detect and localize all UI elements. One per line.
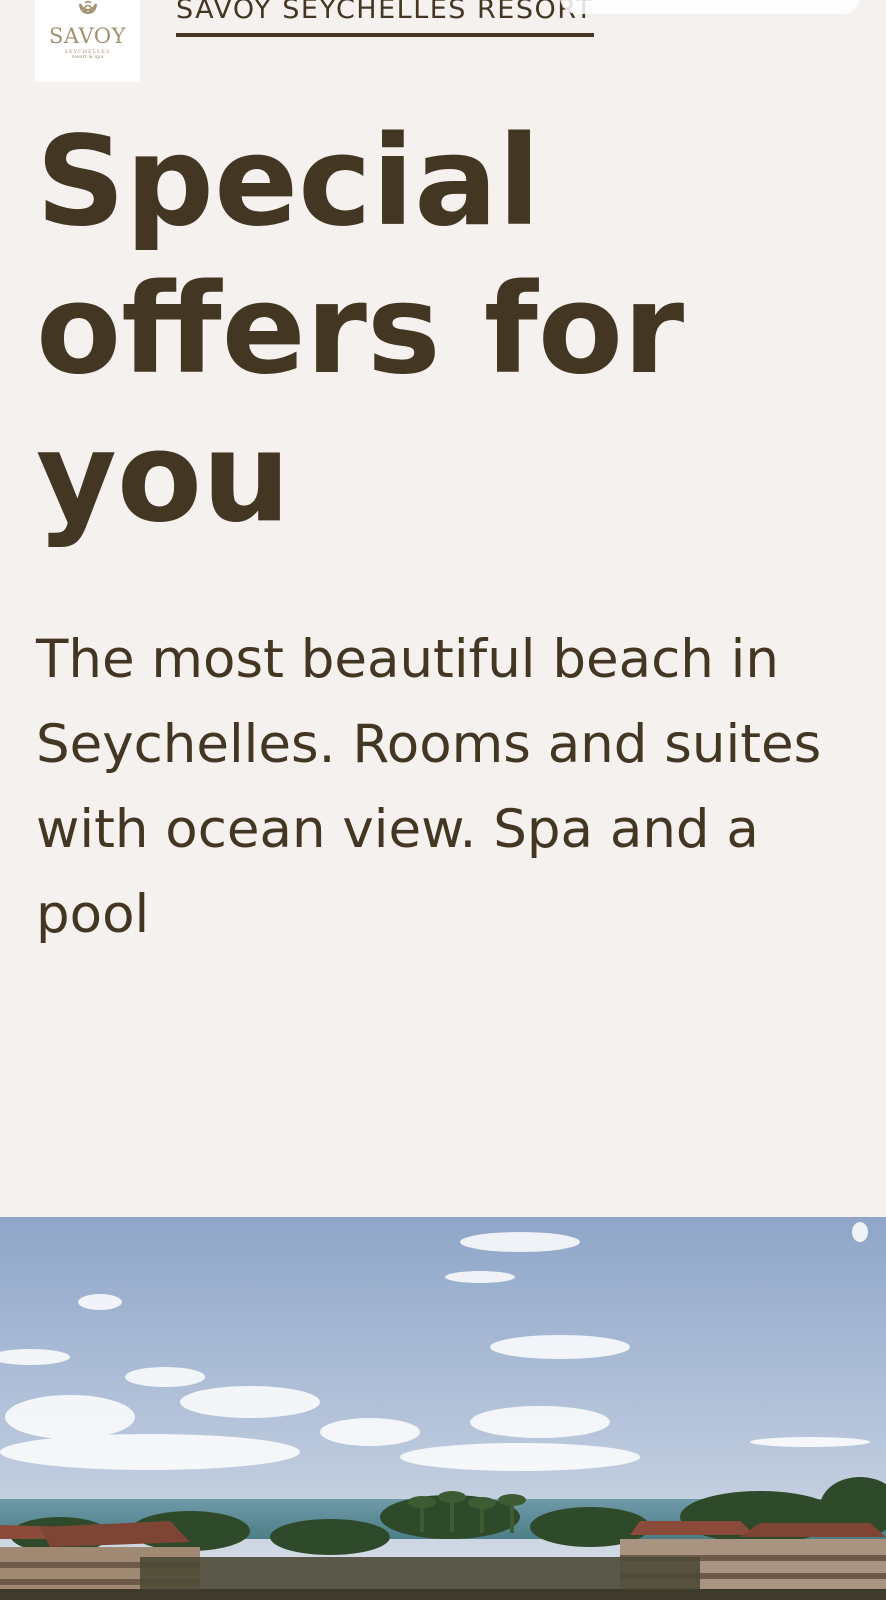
logo-subline-2: resort & spa	[71, 54, 104, 60]
resort-photo-image	[0, 1217, 886, 1600]
site-header: SAVOY SEYCHELLES resort & spa SAVOY SEYC…	[0, 0, 886, 90]
top-pill-bar[interactable]	[560, 0, 860, 14]
brand-link[interactable]: SAVOY SEYCHELLES RESORT	[176, 0, 594, 38]
savoy-emblem-icon	[78, 0, 97, 14]
hero-description: The most beautiful beach in Seychelles. …	[36, 629, 822, 945]
resort-photo	[0, 1217, 886, 1600]
logo-wordmark: SAVOY	[49, 24, 126, 48]
hero-title: Special offers for you	[36, 110, 685, 550]
site-logo[interactable]: SAVOY SEYCHELLES resort & spa	[35, 0, 140, 82]
